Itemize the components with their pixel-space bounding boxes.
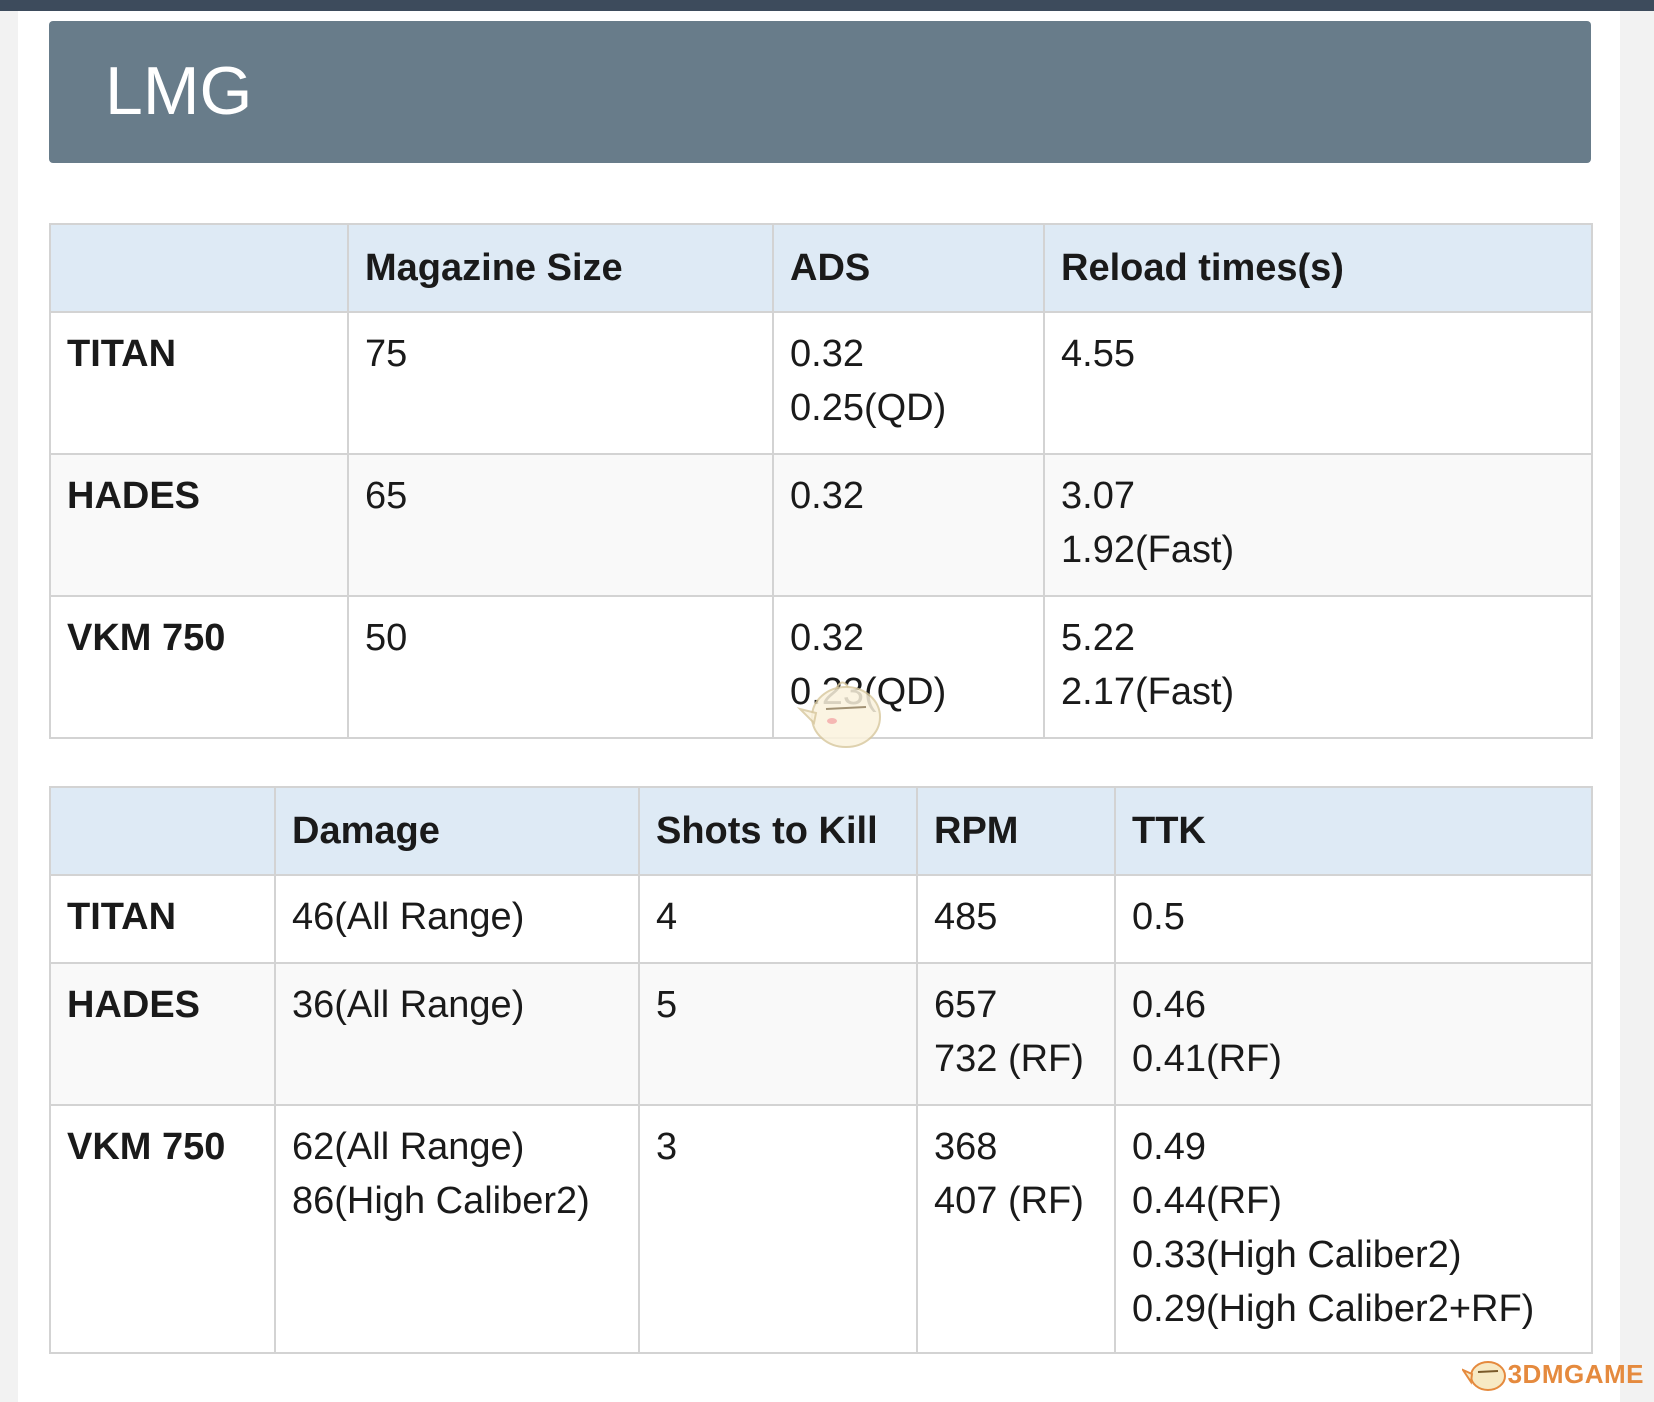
reload-cell: 4.55 bbox=[1043, 311, 1593, 455]
cell-line: 0.32 bbox=[790, 617, 864, 659]
cell-line: 75 bbox=[365, 333, 408, 375]
header-damage: Damage bbox=[274, 786, 640, 876]
rpm-cell: 368 407 (RF) bbox=[916, 1104, 1116, 1354]
reload-cell: 5.22 2.17(Fast) bbox=[1043, 595, 1593, 739]
header-rpm: RPM bbox=[916, 786, 1116, 876]
table-header-row: Magazine Size ADS Reload times(s) bbox=[49, 223, 1593, 313]
damage-cell: 36(All Range) bbox=[274, 962, 640, 1106]
rpm-cell: 485 bbox=[916, 874, 1116, 964]
cell-line: 5.22 bbox=[1061, 617, 1135, 659]
table-row: VKM 750 62(All Range) 86(High Caliber2) … bbox=[49, 1104, 1593, 1354]
cell-line: 0.33(High Caliber2) bbox=[1132, 1234, 1462, 1276]
watermark-text: 3DMGAME bbox=[1507, 1358, 1644, 1389]
cell-line: 0.25(QD) bbox=[790, 387, 947, 429]
header-blank bbox=[49, 786, 276, 876]
shots-to-kill-cell: 5 bbox=[638, 962, 918, 1106]
cell-line: 0.49 bbox=[1132, 1126, 1206, 1168]
cell-line: 0.46 bbox=[1132, 984, 1206, 1026]
ads-cell: 0.32 bbox=[772, 453, 1045, 597]
weapon-name: HADES bbox=[49, 962, 276, 1106]
cell-line: 0.41(RF) bbox=[1132, 1038, 1282, 1080]
cell-line: 368 bbox=[934, 1126, 998, 1168]
table-header-row: Damage Shots to Kill RPM TTK bbox=[49, 786, 1593, 876]
table-row: HADES 36(All Range) 5 657 732 (RF) 0.46 … bbox=[49, 962, 1593, 1106]
table-row: TITAN 46(All Range) 4 485 0.5 bbox=[49, 874, 1593, 964]
header-reload-times: Reload times(s) bbox=[1043, 223, 1593, 313]
cell-line: 485 bbox=[934, 896, 998, 938]
cell-line: 50 bbox=[365, 617, 408, 659]
shots-to-kill-cell: 4 bbox=[638, 874, 918, 964]
handling-stats-table: Magazine Size ADS Reload times(s) TITAN … bbox=[49, 223, 1593, 739]
ttk-cell: 0.5 bbox=[1114, 874, 1593, 964]
cell-line: 0.5 bbox=[1132, 896, 1185, 938]
cell-line: 36(All Range) bbox=[292, 984, 525, 1026]
damage-cell: 46(All Range) bbox=[274, 874, 640, 964]
cell-line: 0.32 bbox=[790, 475, 864, 517]
ttk-cell: 0.49 0.44(RF) 0.33(High Caliber2) 0.29(H… bbox=[1114, 1104, 1593, 1354]
shots-to-kill-cell: 3 bbox=[638, 1104, 918, 1354]
cell-line: 657 bbox=[934, 984, 998, 1026]
damage-stats-table: Damage Shots to Kill RPM TTK TITAN 46(Al… bbox=[49, 786, 1593, 1354]
weapon-name: HADES bbox=[49, 453, 349, 597]
cell-line: 65 bbox=[365, 475, 408, 517]
cell-line: 46(All Range) bbox=[292, 896, 525, 938]
cell-line: 1.92(Fast) bbox=[1061, 529, 1235, 571]
header-ttk: TTK bbox=[1114, 786, 1593, 876]
cell-line: 732 (RF) bbox=[934, 1038, 1084, 1080]
article-page: LMG Magazine Size ADS Reload times(s) TI… bbox=[18, 11, 1620, 1402]
damage-cell: 62(All Range) 86(High Caliber2) bbox=[274, 1104, 640, 1354]
site-watermark: 3DMGAME bbox=[1461, 1350, 1644, 1398]
weapon-name: TITAN bbox=[49, 874, 276, 964]
ttk-cell: 0.46 0.41(RF) bbox=[1114, 962, 1593, 1106]
watermark-bird-icon bbox=[1461, 1361, 1506, 1391]
reload-cell: 3.07 1.92(Fast) bbox=[1043, 453, 1593, 597]
ads-cell: 0.32 0.25(QD) bbox=[772, 311, 1045, 455]
table-row: HADES 65 0.32 3.07 1.92(Fast) bbox=[49, 453, 1593, 597]
header-shots-to-kill: Shots to Kill bbox=[638, 786, 918, 876]
cell-line: 5 bbox=[656, 984, 678, 1026]
header-magazine-size: Magazine Size bbox=[347, 223, 774, 313]
magazine-size-cell: 75 bbox=[347, 311, 774, 455]
header-ads: ADS bbox=[772, 223, 1045, 313]
mascot-bird-icon bbox=[796, 681, 881, 748]
section-title: LMG bbox=[105, 53, 253, 129]
section-banner: LMG bbox=[49, 21, 1591, 163]
cell-line: 62(All Range) bbox=[292, 1126, 525, 1168]
cell-line: 4.55 bbox=[1061, 333, 1135, 375]
cell-line: 0.32 bbox=[790, 333, 864, 375]
cell-line: 0.44(RF) bbox=[1132, 1180, 1282, 1222]
table-row: TITAN 75 0.32 0.25(QD) 4.55 bbox=[49, 311, 1593, 455]
cell-line: 4 bbox=[656, 896, 678, 938]
cell-line: 86(High Caliber2) bbox=[292, 1180, 590, 1222]
cell-line: 2.17(Fast) bbox=[1061, 671, 1235, 713]
magazine-size-cell: 50 bbox=[347, 595, 774, 739]
cell-line: 3 bbox=[656, 1126, 678, 1168]
top-bar bbox=[0, 0, 1654, 11]
cell-line: 3.07 bbox=[1061, 475, 1135, 517]
header-blank bbox=[49, 223, 349, 313]
magazine-size-cell: 65 bbox=[347, 453, 774, 597]
weapon-name: VKM 750 bbox=[49, 1104, 276, 1354]
cell-line: 407 (RF) bbox=[934, 1180, 1084, 1222]
weapon-name: VKM 750 bbox=[49, 595, 349, 739]
rpm-cell: 657 732 (RF) bbox=[916, 962, 1116, 1106]
weapon-name: TITAN bbox=[49, 311, 349, 455]
cell-line: 0.29(High Caliber2+RF) bbox=[1132, 1288, 1535, 1330]
